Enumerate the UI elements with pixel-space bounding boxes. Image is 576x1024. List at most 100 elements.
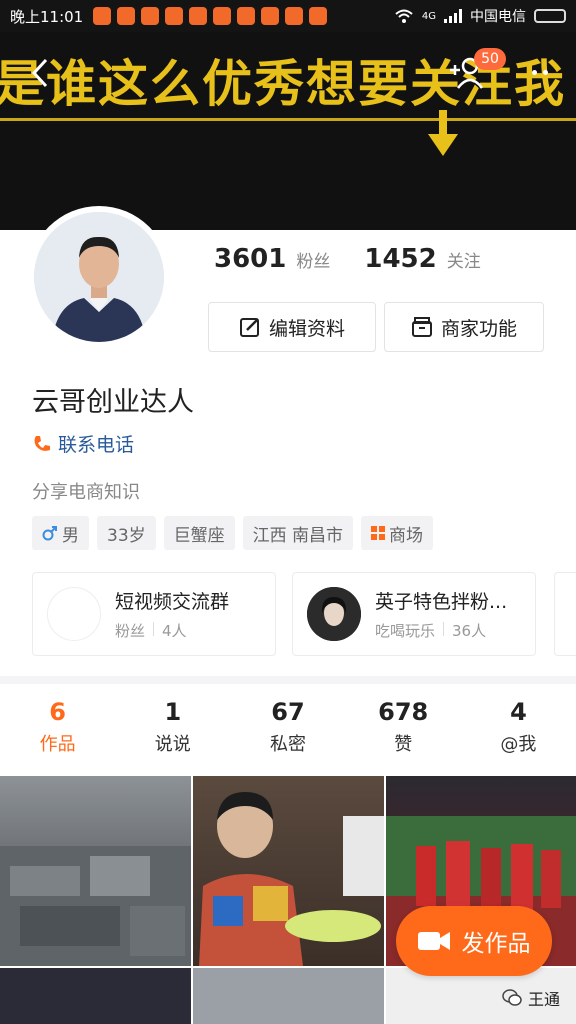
tab-private[interactable]: 67 私密	[230, 684, 345, 776]
app-notification-icon	[309, 7, 328, 25]
app-notification-icon	[237, 7, 256, 25]
carrier-name: 中国电信	[470, 9, 526, 25]
group-avatar	[47, 587, 101, 641]
tab-count: 4	[510, 698, 527, 726]
watermark: 王通	[502, 986, 560, 1010]
tag-age: 33岁	[97, 516, 156, 550]
male-icon	[42, 526, 57, 541]
group-category: 粉丝	[115, 622, 146, 640]
signal-icon	[444, 9, 462, 23]
profile-tabs: 6 作品 1 说说 67 私密 678 赞 4 @我	[0, 684, 576, 776]
more-options-icon[interactable]	[520, 60, 560, 84]
following-count[interactable]: 1452	[364, 244, 436, 274]
tab-likes[interactable]: 678 赞	[346, 684, 461, 776]
avatar-photo	[34, 212, 164, 342]
work-thumbnail[interactable]	[193, 968, 384, 1024]
tag-location: 江西 南昌市	[242, 516, 354, 550]
status-time: 晚上11:01	[10, 7, 84, 26]
following-label[interactable]: 关注	[447, 247, 481, 272]
profile-bio: 分享电商知识	[32, 482, 140, 503]
down-arrow-icon	[428, 110, 458, 156]
group-info: 短视频交流群 粉丝 4人	[115, 587, 229, 641]
notification-icons	[93, 7, 328, 25]
tab-mentions[interactable]: 4 @我	[461, 684, 576, 776]
status-right: 4G 中国电信	[394, 6, 566, 26]
tab-count: 1	[164, 698, 182, 726]
group-list: 短视频交流群 粉丝 4人 英子特色拌粉... 吃喝玩乐 36人	[32, 572, 536, 656]
profile-tags: 男 33岁 巨蟹座 江西 南昌市 商场	[32, 516, 434, 550]
publish-label: 发作品	[461, 931, 531, 957]
app-notification-icon	[93, 7, 112, 25]
divider	[443, 622, 445, 636]
group-card-next[interactable]	[554, 572, 576, 656]
battery-icon	[534, 9, 566, 23]
edit-icon	[239, 318, 259, 337]
child-photo	[199, 792, 384, 966]
tab-label: 赞	[394, 734, 413, 755]
tag-zodiac: 巨蟹座	[163, 516, 235, 550]
fans-label[interactable]: 粉丝	[296, 247, 330, 272]
wifi-icon	[395, 9, 413, 23]
phone-icon	[34, 435, 50, 451]
grid-icon	[371, 526, 386, 540]
cover-divider	[0, 118, 576, 121]
watermark-text: 王通	[528, 990, 561, 1009]
profile-screen: 晚上11:01 4G 中国电信 是谁这么优秀想要关注我 50 3601 粉丝 1…	[0, 0, 576, 1024]
video-camera-icon	[417, 932, 450, 950]
tag-label: 江西 南昌市	[252, 525, 344, 546]
work-thumbnail[interactable]	[193, 776, 384, 966]
tab-count: 6	[49, 698, 66, 726]
tab-works[interactable]: 6 作品	[0, 684, 115, 776]
group-title: 短视频交流群	[115, 591, 230, 613]
work-thumbnail[interactable]	[0, 776, 191, 966]
group-title: 英子特色拌粉...	[375, 591, 508, 613]
contact-link[interactable]: 联系电话	[32, 430, 134, 457]
app-notification-icon	[165, 7, 184, 25]
wechat-icon	[502, 989, 522, 1006]
app-notification-icon	[141, 7, 160, 25]
profile-name: 云哥创业达人	[32, 387, 194, 418]
merchant-button[interactable]: 商家功能	[384, 302, 544, 352]
city-aerial-image	[0, 846, 191, 966]
app-notification-icon	[117, 7, 136, 25]
publish-button[interactable]: 发作品	[396, 906, 552, 976]
merchant-label: 商家功能	[440, 317, 517, 340]
group-card[interactable]: 短视频交流群 粉丝 4人	[32, 572, 276, 656]
edit-profile-button[interactable]: 编辑资料	[208, 302, 376, 352]
tab-label: 说说	[154, 734, 191, 755]
group-avatar	[307, 587, 361, 641]
group-members: 4人	[162, 622, 187, 640]
tag-gender: 男	[32, 516, 89, 550]
tab-posts[interactable]: 1 说说	[115, 684, 230, 776]
group-meta: 粉丝 4人	[115, 620, 229, 641]
contact-label: 联系电话	[58, 434, 135, 456]
back-icon[interactable]	[26, 56, 56, 90]
group-category: 吃喝玩乐	[375, 622, 436, 640]
notification-badge: 50	[474, 48, 506, 70]
tag-label: 巨蟹座	[173, 525, 225, 546]
status-bar: 晚上11:01 4G 中国电信	[0, 0, 576, 32]
works-grid	[0, 776, 576, 1024]
fans-count[interactable]: 3601	[214, 244, 286, 274]
tab-count: 67	[271, 698, 305, 726]
profile-stats: 3601 粉丝 1452 关注	[214, 244, 505, 274]
avatar[interactable]	[28, 206, 170, 348]
group-card[interactable]: 英子特色拌粉... 吃喝玩乐 36人	[292, 572, 536, 656]
group-info: 英子特色拌粉... 吃喝玩乐 36人	[375, 587, 507, 641]
work-thumbnail[interactable]	[0, 968, 191, 1024]
tab-label: 作品	[39, 734, 76, 755]
network-type: 4G	[421, 10, 436, 22]
divider	[153, 622, 155, 636]
shop-box-icon	[411, 317, 432, 337]
app-notification-icon	[189, 7, 208, 25]
group-meta: 吃喝玩乐 36人	[375, 620, 507, 641]
person-figure	[34, 212, 164, 342]
tag-label: 男	[62, 525, 79, 546]
tag-shop[interactable]: 商场	[361, 516, 434, 550]
tab-count: 678	[378, 698, 429, 726]
app-notification-icon	[213, 7, 232, 25]
app-notification-icon	[285, 7, 304, 25]
tag-label: 33岁	[107, 525, 146, 546]
group-members: 36人	[452, 622, 487, 640]
edit-profile-label: 编辑资料	[268, 317, 345, 340]
